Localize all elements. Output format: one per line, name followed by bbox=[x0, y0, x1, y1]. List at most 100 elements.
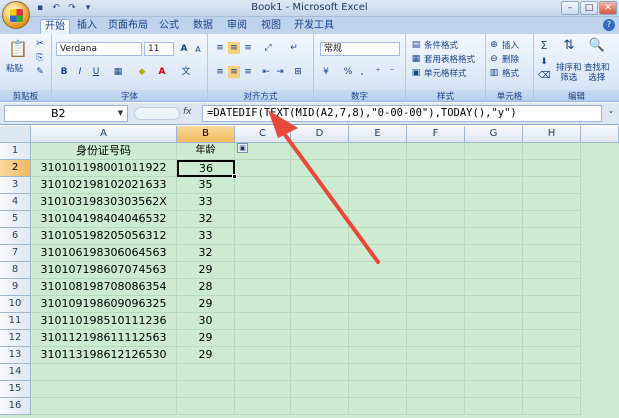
row-header-8[interactable]: 8 bbox=[0, 262, 31, 279]
clear-icon[interactable]: ⌫ bbox=[538, 70, 551, 82]
cell-f15[interactable] bbox=[407, 381, 465, 398]
cell-a1[interactable]: 身份证号码 bbox=[31, 143, 177, 160]
cell-a2[interactable]: 310101198001011922 bbox=[31, 160, 177, 177]
bold-button[interactable]: B bbox=[58, 66, 70, 78]
row-header-4[interactable]: 4 bbox=[0, 194, 31, 211]
cell-f8[interactable] bbox=[407, 262, 465, 279]
cell-c9[interactable] bbox=[235, 279, 291, 296]
underline-button[interactable]: U bbox=[90, 66, 102, 78]
tab-page-layout[interactable]: 页面布局 bbox=[106, 19, 150, 34]
cell-d14[interactable] bbox=[291, 364, 349, 381]
row-header-1[interactable]: 1 bbox=[0, 143, 31, 160]
cell-e4[interactable] bbox=[349, 194, 407, 211]
row-header-12[interactable]: 12 bbox=[0, 330, 31, 347]
cell-e11[interactable] bbox=[349, 313, 407, 330]
wrap-text-icon[interactable]: ↵ bbox=[288, 42, 300, 54]
cell-e6[interactable] bbox=[349, 228, 407, 245]
cell-e13[interactable] bbox=[349, 347, 407, 364]
cell-h13[interactable] bbox=[523, 347, 581, 364]
cell-g5[interactable] bbox=[465, 211, 523, 228]
comma-icon[interactable]: , bbox=[356, 66, 368, 78]
cell-h8[interactable] bbox=[523, 262, 581, 279]
cell-g14[interactable] bbox=[465, 364, 523, 381]
decrease-indent-icon[interactable]: ⇤ bbox=[260, 66, 272, 78]
cell-f9[interactable] bbox=[407, 279, 465, 296]
cell-e10[interactable] bbox=[349, 296, 407, 313]
cell-c11[interactable] bbox=[235, 313, 291, 330]
cell-e7[interactable] bbox=[349, 245, 407, 262]
close-button[interactable]: ✕ bbox=[599, 1, 617, 15]
number-format-select[interactable]: 常规 bbox=[320, 42, 400, 56]
cell-d13[interactable] bbox=[291, 347, 349, 364]
row-header-2[interactable]: 2 bbox=[0, 160, 31, 177]
tab-review[interactable]: 审阅 bbox=[224, 19, 250, 34]
cell-g9[interactable] bbox=[465, 279, 523, 296]
cell-h16[interactable] bbox=[523, 398, 581, 415]
align-bottom-icon[interactable]: ≡ bbox=[242, 42, 254, 54]
row-header-15[interactable]: 15 bbox=[0, 381, 31, 398]
cell-g16[interactable] bbox=[465, 398, 523, 415]
cell-c10[interactable] bbox=[235, 296, 291, 313]
row-header-14[interactable]: 14 bbox=[0, 364, 31, 381]
cell-e14[interactable] bbox=[349, 364, 407, 381]
paste-label[interactable]: 粘贴 bbox=[6, 62, 23, 74]
column-header-e[interactable]: E bbox=[349, 126, 407, 143]
tab-home[interactable]: 开始 bbox=[40, 19, 70, 34]
cell-d3[interactable] bbox=[291, 177, 349, 194]
find-select-button[interactable]: 查找和 选择 bbox=[584, 63, 610, 83]
cell-h2[interactable] bbox=[523, 160, 581, 177]
row-header-13[interactable]: 13 bbox=[0, 347, 31, 364]
cell-f13[interactable] bbox=[407, 347, 465, 364]
cell-a9[interactable]: 310108198708086354 bbox=[31, 279, 177, 296]
copy-icon[interactable]: ⎘ bbox=[34, 52, 46, 64]
cell-f4[interactable] bbox=[407, 194, 465, 211]
cell-h11[interactable] bbox=[523, 313, 581, 330]
cell-b15[interactable] bbox=[177, 381, 235, 398]
autosum-icon[interactable]: Σ bbox=[538, 40, 550, 52]
tab-formulas[interactable]: 公式 bbox=[156, 19, 182, 34]
merge-center-icon[interactable]: ⊞ bbox=[292, 66, 304, 78]
delete-cells-button[interactable]: 删除 bbox=[502, 53, 519, 65]
cut-icon[interactable]: ✂ bbox=[34, 38, 46, 50]
row-header-6[interactable]: 6 bbox=[0, 228, 31, 245]
cell-a16[interactable] bbox=[31, 398, 177, 415]
fill-icon[interactable]: ⬇ bbox=[538, 56, 550, 68]
align-center-icon[interactable]: ≡ bbox=[228, 66, 240, 78]
cell-e15[interactable] bbox=[349, 381, 407, 398]
conditional-format-button[interactable]: 条件格式 bbox=[424, 39, 458, 51]
cell-a11[interactable]: 310110198510111236 bbox=[31, 313, 177, 330]
cell-h12[interactable] bbox=[523, 330, 581, 347]
row-header-5[interactable]: 5 bbox=[0, 211, 31, 228]
cell-e2[interactable] bbox=[349, 160, 407, 177]
paste-icon[interactable]: 📋 bbox=[8, 40, 28, 58]
cell-f10[interactable] bbox=[407, 296, 465, 313]
grow-font-icon[interactable]: A bbox=[178, 43, 190, 55]
column-header-d[interactable]: D bbox=[291, 126, 349, 143]
cell-a8[interactable]: 310107198607074563 bbox=[31, 262, 177, 279]
row-header-11[interactable]: 11 bbox=[0, 313, 31, 330]
cell-f16[interactable] bbox=[407, 398, 465, 415]
active-cell-b2[interactable]: 36 bbox=[177, 160, 235, 177]
cell-a15[interactable] bbox=[31, 381, 177, 398]
cell-b10[interactable]: 29 bbox=[177, 296, 235, 313]
cell-a10[interactable]: 310109198609096325 bbox=[31, 296, 177, 313]
sort-filter-button[interactable]: 排序和 筛选 bbox=[556, 63, 582, 83]
cell-d10[interactable] bbox=[291, 296, 349, 313]
cell-g1[interactable] bbox=[465, 143, 523, 160]
increase-indent-icon[interactable]: ⇥ bbox=[274, 66, 286, 78]
cell-e8[interactable] bbox=[349, 262, 407, 279]
cell-d2[interactable] bbox=[291, 160, 349, 177]
cell-f1[interactable] bbox=[407, 143, 465, 160]
insert-cells-button[interactable]: 插入 bbox=[502, 39, 519, 51]
row-header-10[interactable]: 10 bbox=[0, 296, 31, 313]
cell-f7[interactable] bbox=[407, 245, 465, 262]
cell-d11[interactable] bbox=[291, 313, 349, 330]
cell-f3[interactable] bbox=[407, 177, 465, 194]
fill-handle[interactable] bbox=[232, 174, 237, 179]
cell-f6[interactable] bbox=[407, 228, 465, 245]
format-cells-button[interactable]: 格式 bbox=[502, 67, 519, 79]
cell-b16[interactable] bbox=[177, 398, 235, 415]
shrink-font-icon[interactable]: A bbox=[192, 44, 204, 56]
cell-a4[interactable]: 31010319830303562X bbox=[31, 194, 177, 211]
cell-f14[interactable] bbox=[407, 364, 465, 381]
